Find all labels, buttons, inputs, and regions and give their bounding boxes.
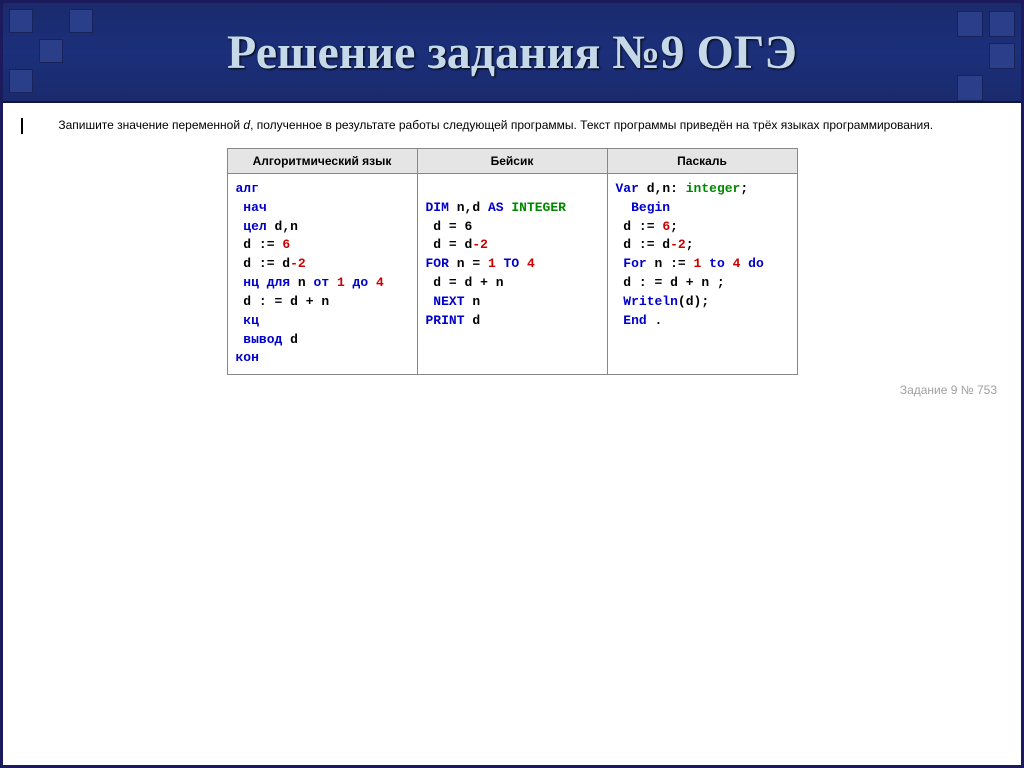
task-prompt: Запишите значение переменной d, полученн… bbox=[21, 117, 1003, 134]
deco-squares-right bbox=[957, 11, 1015, 101]
code-table: Алгоритмический язык Бейсик Паскаль алг … bbox=[227, 148, 798, 375]
prompt-text-1: Запишите значение переменной bbox=[58, 118, 243, 132]
task-id-label: Задание 9 № 753 bbox=[21, 383, 1003, 397]
prompt-text-2: , полученное в результате работы следующ… bbox=[250, 118, 933, 132]
text-cursor bbox=[21, 118, 23, 134]
slide-frame: Решение задания №9 ОГЭ Запишите значение… bbox=[0, 0, 1024, 768]
col-header-alg: Алгоритмический язык bbox=[227, 148, 417, 173]
col-header-pascal: Паскаль bbox=[607, 148, 797, 173]
deco-squares-left bbox=[9, 9, 93, 93]
cell-basic: DIM n,d AS INTEGER d = 6 d = d-2 FOR n =… bbox=[417, 173, 607, 374]
cell-pascal: Var d,n: integer; Begin d := 6; d := d-2… bbox=[607, 173, 797, 374]
slide-content: Запишите значение переменной d, полученн… bbox=[3, 103, 1021, 397]
cell-alg: алг нач цел d,n d := 6 d := d-2 нц для n… bbox=[227, 173, 417, 374]
col-header-basic: Бейсик bbox=[417, 148, 607, 173]
slide-title: Решение задания №9 ОГЭ bbox=[227, 25, 797, 80]
slide-header: Решение задания №9 ОГЭ bbox=[3, 3, 1021, 103]
